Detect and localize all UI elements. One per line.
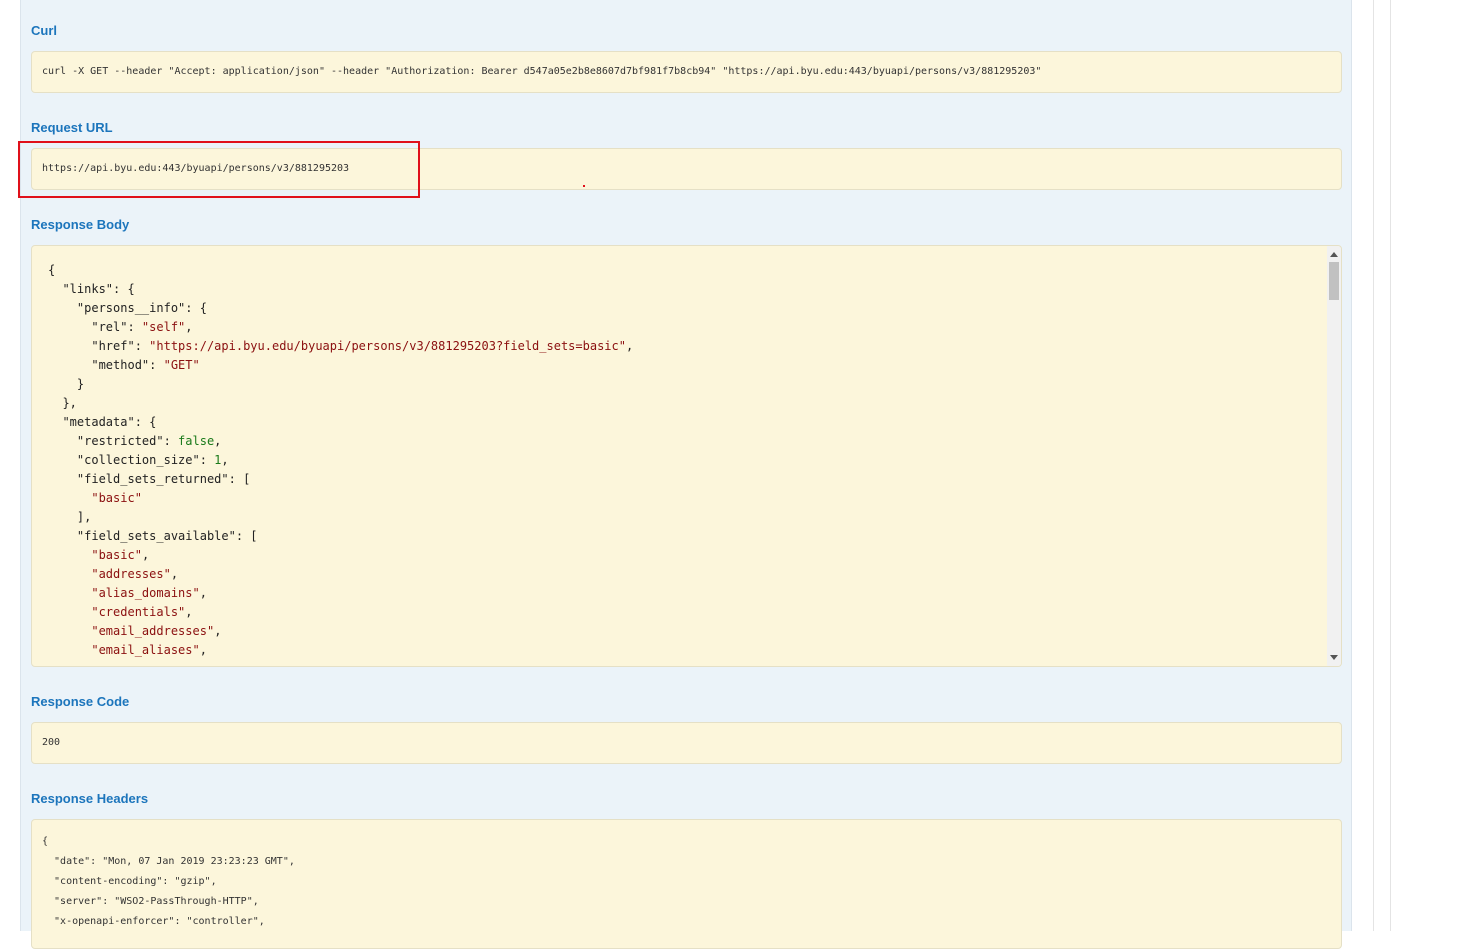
header-line: "server": "WSO2-PassThrough-HTTP", (42, 896, 259, 907)
annotation-dot (583, 185, 585, 187)
json-token: "method": (48, 358, 164, 372)
response-body-box[interactable]: { "links": { "persons__info": { "rel": "… (31, 245, 1342, 667)
response-body-heading: Response Body (31, 217, 130, 232)
json-token: "persons__info": { (48, 301, 207, 315)
response-headers-box[interactable]: { "date": "Mon, 07 Jan 2019 23:23:23 GMT… (31, 819, 1342, 949)
json-line: "email_addresses", (48, 622, 633, 641)
json-line: "restricted": false, (48, 432, 633, 451)
json-token: , (141, 548, 150, 562)
json-token: "links": { (48, 282, 135, 296)
json-token: "self" (141, 320, 186, 334)
json-line: "basic", (48, 546, 633, 565)
response-code-heading: Response Code (31, 694, 130, 709)
scrollbar-thumb[interactable] (1329, 262, 1339, 300)
json-token: , (170, 567, 179, 581)
json-line: "method": "GET" (48, 356, 633, 375)
json-token: , (625, 339, 634, 353)
json-line: "href": "https://api.byu.edu/byuapi/pers… (48, 337, 633, 356)
scroll-down-arrow-icon[interactable] (1330, 655, 1338, 660)
json-token: "addresses" (91, 567, 171, 581)
json-line: "alias_domains", (48, 584, 633, 603)
json-token: , (221, 453, 229, 467)
json-line: }, (48, 394, 633, 413)
json-token: , (185, 605, 193, 619)
divider (1390, 0, 1391, 931)
json-token: "href": (48, 339, 150, 353)
json-line: "metadata": { (48, 413, 633, 432)
header-line: "content-encoding": "gzip", (42, 876, 217, 887)
json-line: { (48, 261, 633, 280)
response-body-scrollbar[interactable] (1327, 246, 1341, 666)
scroll-up-arrow-icon[interactable] (1330, 252, 1338, 257)
curl-command-box[interactable]: curl -X GET --header "Accept: applicatio… (31, 51, 1342, 93)
json-line: } (48, 375, 633, 394)
response-code-box[interactable]: 200 (31, 722, 1342, 764)
json-line: "collection_size": 1, (48, 451, 633, 470)
curl-command-text: curl -X GET --header "Accept: applicatio… (42, 66, 1042, 77)
json-token: false (178, 434, 215, 448)
json-line: "rel": "self", (48, 318, 633, 337)
json-line: "email_aliases", (48, 641, 633, 660)
response-headers-heading: Response Headers (31, 791, 149, 806)
json-line: "persons__info": { (48, 299, 633, 318)
json-token: "credentials" (91, 605, 186, 619)
json-token: "GET" (163, 358, 200, 372)
json-token: , (214, 624, 222, 638)
json-line: ], (48, 508, 633, 527)
json-token: "email_addresses" (91, 624, 215, 638)
json-line: "field_sets_available": [ (48, 527, 633, 546)
json-line: "links": { (48, 280, 633, 299)
request-url-heading: Request URL (31, 120, 113, 135)
json-token: "email_aliases" (91, 643, 200, 657)
json-token: "field_sets_available": [ (48, 529, 258, 543)
json-token: "metadata": { (48, 415, 157, 429)
json-token: ], (48, 510, 92, 524)
json-token: , (185, 320, 193, 334)
json-line: "basic" (48, 489, 633, 508)
json-token: , (214, 434, 222, 448)
response-body-json: { "links": { "persons__info": { "rel": "… (48, 261, 633, 660)
json-token: "restricted": (48, 434, 179, 448)
json-line: "addresses", (48, 565, 633, 584)
json-token: "field_sets_returned": [ (48, 472, 251, 486)
json-token: "alias_domains" (91, 586, 200, 600)
json-line: "field_sets_returned": [ (48, 470, 633, 489)
json-token: , (199, 586, 207, 600)
header-line: { (42, 836, 49, 847)
json-token: "basic" (91, 491, 142, 505)
json-token: "rel": (48, 320, 142, 334)
json-token: , (199, 643, 207, 657)
json-token: { (48, 263, 56, 277)
request-url-highlight (18, 141, 420, 198)
json-line: "credentials", (48, 603, 633, 622)
json-token: "collection_size": (48, 453, 215, 467)
json-token: }, (48, 396, 77, 410)
header-line: "date": "Mon, 07 Jan 2019 23:23:23 GMT", (42, 856, 295, 867)
response-headers-text: { "date": "Mon, 07 Jan 2019 23:23:23 GMT… (42, 832, 295, 932)
divider (1373, 0, 1374, 931)
json-token: "https://api.byu.edu/byuapi/persons/v3/8… (149, 339, 626, 353)
json-token: } (48, 377, 85, 391)
json-token: "basic" (91, 548, 142, 562)
response-code-text: 200 (42, 737, 61, 748)
curl-heading: Curl (31, 23, 57, 38)
header-line: "x-openapi-enforcer": "controller", (42, 916, 265, 927)
